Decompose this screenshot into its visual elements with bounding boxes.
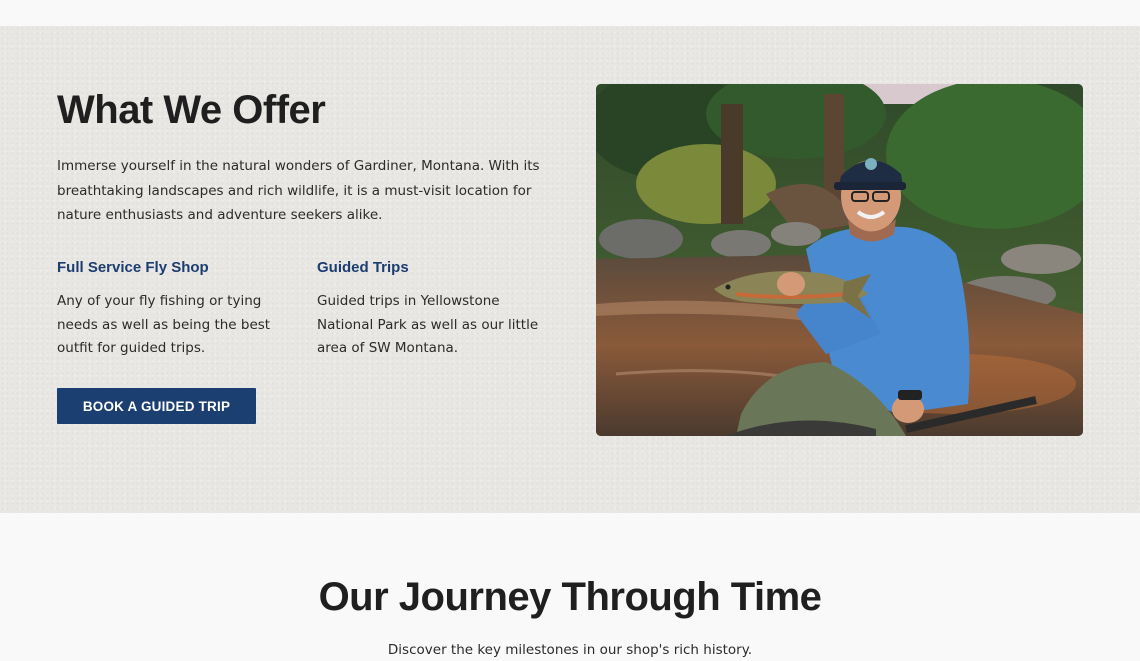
feature-text: Guided trips in Yellowstone National Par…	[317, 293, 539, 356]
photo-illustration	[596, 84, 1083, 436]
offer-intro: Immerse yourself in the natural wonders …	[57, 158, 540, 223]
top-strip	[0, 0, 1140, 26]
journey-title: Our Journey Through Time	[318, 575, 822, 619]
offer-title: What We Offer	[57, 88, 326, 132]
feature-heading: Full Service Fly Shop	[57, 259, 209, 276]
angler-trout-photo	[596, 84, 1083, 436]
feature-heading: Guided Trips	[317, 259, 409, 276]
what-we-offer-section: What We Offer Immerse yourself in the na…	[0, 26, 1140, 513]
feature-guided-trips: Guided Trips Guided trips in Yellowstone…	[317, 258, 547, 361]
book-guided-trip-button[interactable]: Book a Guided Trip	[57, 388, 256, 424]
feature-text: Any of your fly fishing or tying needs a…	[57, 293, 271, 356]
journey-subtitle: Discover the key milestones in our shop'…	[387, 642, 753, 658]
feature-fly-shop: Full Service Fly Shop Any of your fly fi…	[57, 258, 297, 361]
